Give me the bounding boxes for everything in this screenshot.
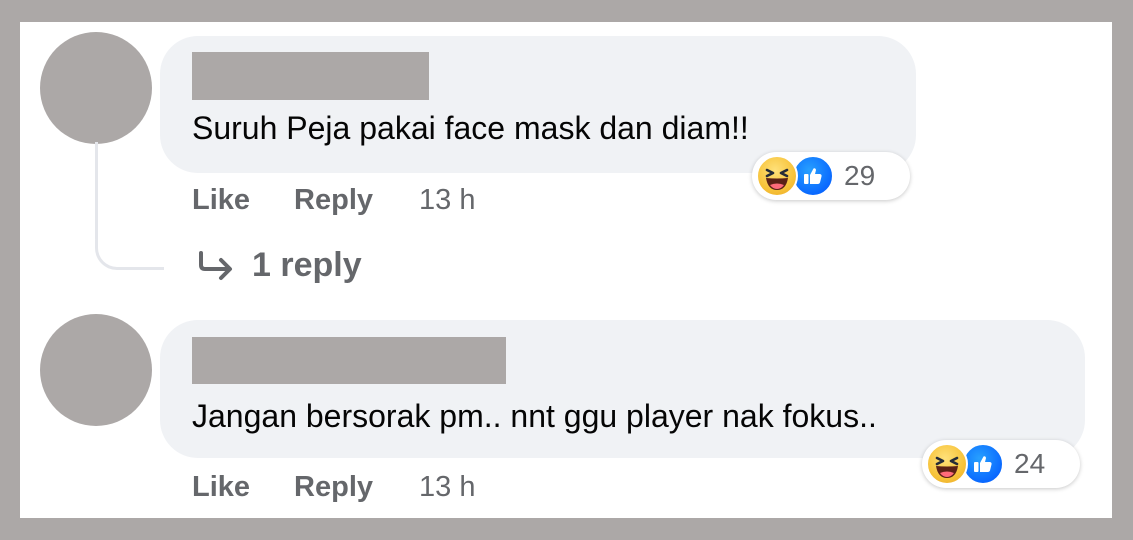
comment-text: Suruh Peja pakai face mask dan diam!! bbox=[192, 110, 749, 146]
avatar[interactable] bbox=[40, 314, 152, 426]
redacted-author-name[interactable] bbox=[192, 52, 429, 100]
haha-reaction-icon bbox=[756, 155, 798, 197]
like-reaction-icon bbox=[792, 155, 834, 197]
comment-timestamp[interactable]: 13 h bbox=[419, 184, 475, 217]
comment-actions: Like Reply 13 h bbox=[192, 471, 475, 504]
thread-connector-line bbox=[95, 142, 98, 242]
comment-actions: Like Reply 13 h bbox=[192, 184, 475, 217]
reply-button[interactable]: Reply bbox=[294, 471, 373, 504]
reaction-count: 29 bbox=[844, 160, 876, 191]
avatar[interactable] bbox=[40, 32, 152, 144]
haha-reaction-icon bbox=[926, 443, 968, 485]
like-reaction-icon bbox=[962, 443, 1004, 485]
like-button[interactable]: Like bbox=[192, 471, 250, 504]
reaction-count: 24 bbox=[1014, 448, 1046, 479]
view-replies-link[interactable]: 1 reply bbox=[196, 246, 362, 285]
reply-arrow-icon bbox=[199, 250, 232, 280]
reaction-summary[interactable]: 24 bbox=[922, 440, 1080, 488]
thread-connector-line-horizontal bbox=[120, 267, 164, 270]
view-replies-label: 1 reply bbox=[252, 246, 362, 284]
comment-bubble: Jangan bersorak pm.. nnt ggu player nak … bbox=[160, 320, 1085, 458]
like-button[interactable]: Like bbox=[192, 184, 250, 217]
comment-timestamp[interactable]: 13 h bbox=[419, 471, 475, 504]
reaction-summary[interactable]: 29 bbox=[752, 152, 910, 200]
thread-connector-curve bbox=[95, 240, 123, 270]
redacted-author-name[interactable] bbox=[192, 337, 506, 384]
reply-button[interactable]: Reply bbox=[294, 184, 373, 217]
comments-panel: Suruh Peja pakai face mask dan diam!! 29… bbox=[20, 22, 1112, 518]
comment-text: Jangan bersorak pm.. nnt ggu player nak … bbox=[192, 398, 877, 434]
